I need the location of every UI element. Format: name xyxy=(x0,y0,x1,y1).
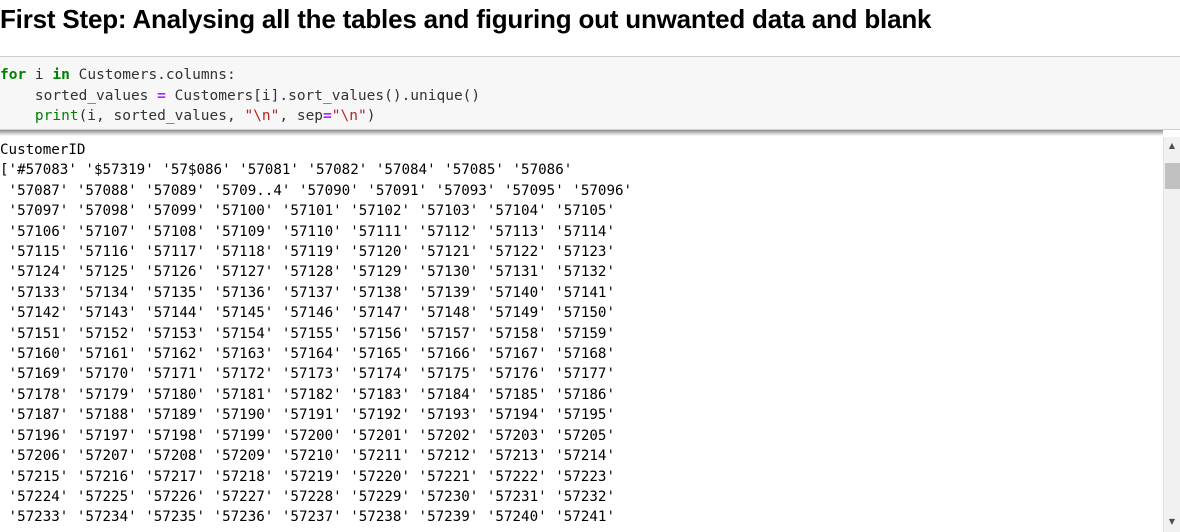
scroll-thumb[interactable] xyxy=(1165,162,1180,189)
code-line-2: sorted_values = Customers[i].sort_values… xyxy=(0,88,480,104)
output-line: '57133' '57134' '57135' '57136' '57137' … xyxy=(0,284,615,301)
code-token: i xyxy=(26,67,53,83)
code-token: sorted_values xyxy=(0,87,158,104)
output-line: '57124' '57125' '57126' '57127' '57128' … xyxy=(0,264,615,281)
output-column-name: CustomerID xyxy=(0,142,86,158)
code-token: ) xyxy=(366,108,376,124)
code-cell[interactable]: for i in Customers.columns: sorted_value… xyxy=(0,56,1180,130)
string-literal: "\n" xyxy=(331,108,367,124)
output-line: '57233' '57234' '57235' '57236' '57237' … xyxy=(0,509,615,526)
builtin-print: print xyxy=(34,108,79,124)
output-line: '57142' '57143' '57144' '57145' '57146' … xyxy=(0,305,615,322)
cell-divider-shadow xyxy=(0,130,1163,136)
code-token: Customers.columns: xyxy=(69,67,236,83)
triangle-up-icon[interactable]: ▲ xyxy=(1164,138,1180,154)
code-line-1: for i in Customers.columns: xyxy=(0,67,236,83)
output-line: '57206' '57207' '57208' '57209' '57210' … xyxy=(0,448,615,465)
output-line: '57196' '57197' '57198' '57199' '57200' … xyxy=(0,427,615,444)
output-line: '57187' '57188' '57189' '57190' '57191' … xyxy=(0,407,615,424)
keyword-for: for xyxy=(0,67,27,83)
code-line-3: print(i, sorted_values, "\n", sep="\n") xyxy=(0,108,376,124)
code-token: (i, sorted_values, xyxy=(78,108,245,124)
output-line: '57097' '57098' '57099' '57100' '57101' … xyxy=(0,203,615,220)
triangle-down-icon[interactable]: ▼ xyxy=(1164,514,1180,530)
output-line: '57106' '57107' '57108' '57109' '57110' … xyxy=(0,223,615,240)
code-editor[interactable]: for i in Customers.columns: sorted_value… xyxy=(0,57,1180,127)
markdown-heading: First Step: Analysing all the tables and… xyxy=(0,4,932,34)
string-literal: "\n" xyxy=(244,108,280,124)
output-area[interactable]: CustomerID ['#57083' '$57319' '57$086' '… xyxy=(0,140,1160,532)
output-line: ['#57083' '$57319' '57$086' '57081' '570… xyxy=(0,162,573,179)
output-line: '57178' '57179' '57180' '57181' '57182' … xyxy=(0,386,615,403)
output-values: ['#57083' '$57319' '57$086' '57081' '570… xyxy=(0,162,632,525)
output-text: CustomerID ['#57083' '$57319' '57$086' '… xyxy=(0,140,1160,528)
output-line: '57224' '57225' '57226' '57227' '57228' … xyxy=(0,488,615,505)
code-token: Customers[i].sort_values().unique() xyxy=(165,87,481,104)
operator-assign: = xyxy=(323,108,332,124)
output-line: '57087' '57088' '57089' '5709..4' '57090… xyxy=(0,182,633,199)
code-token: , sep xyxy=(279,108,324,124)
keyword-in: in xyxy=(52,67,70,83)
output-line: '57160' '57161' '57162' '57163' '57164' … xyxy=(0,346,615,363)
operator-assign: = xyxy=(157,87,166,104)
output-line: '57169' '57170' '57171' '57172' '57173' … xyxy=(0,366,615,383)
output-line: '57151' '57152' '57153' '57154' '57155' … xyxy=(0,325,615,342)
output-line: '57115' '57116' '57117' '57118' '57119' … xyxy=(0,244,615,261)
output-scrollbar[interactable]: ▲ ▼ xyxy=(1163,137,1180,532)
output-line: '57215' '57216' '57217' '57218' '57219' … xyxy=(0,468,615,485)
